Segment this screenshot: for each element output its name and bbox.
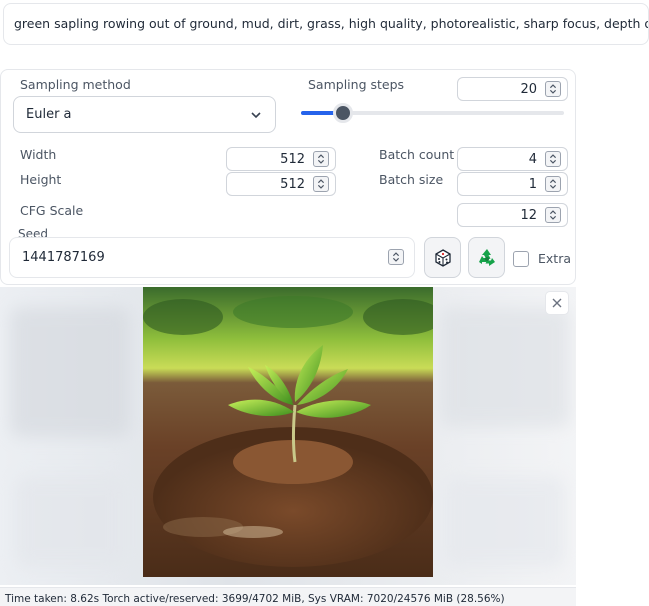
image-gallery: [0, 287, 576, 585]
random-seed-button[interactable]: [424, 237, 461, 278]
sampling-steps-label: Sampling steps: [308, 77, 405, 92]
batch-size-label: Batch size: [379, 172, 444, 187]
spinner-icon[interactable]: [313, 151, 329, 167]
dice-icon: [435, 249, 451, 267]
sampling-steps-input[interactable]: 20: [457, 77, 568, 101]
spinner-icon[interactable]: [545, 151, 561, 167]
blurred-thumbnail: [15, 477, 125, 567]
batch-count-value: 4: [528, 152, 537, 167]
spinner-icon[interactable]: [388, 249, 404, 265]
spinner-icon[interactable]: [313, 176, 329, 192]
blurred-thumbnail: [440, 307, 570, 427]
seed-input[interactable]: 1441787169: [9, 237, 415, 278]
prompt-textarea[interactable]: green sapling rowing out of ground, mud,…: [3, 3, 649, 45]
height-label: Height: [20, 172, 62, 187]
spinner-icon[interactable]: [545, 176, 561, 192]
sampling-steps-slider[interactable]: [301, 103, 564, 123]
width-input[interactable]: 512: [226, 147, 336, 171]
recycle-icon: [479, 249, 495, 266]
batch-size-input[interactable]: 1: [457, 172, 568, 196]
width-value: 512: [280, 152, 305, 167]
generation-settings-panel: Sampling method Euler a Sampling steps 2…: [0, 69, 576, 285]
sampling-method-label: Sampling method: [20, 77, 131, 92]
batch-size-value: 1: [528, 177, 537, 192]
sampling-method-value: Euler a: [26, 107, 72, 122]
generation-status: Time taken: 8.62s Torch active/reserved:…: [0, 587, 576, 606]
cfg-scale-input[interactable]: 12: [457, 203, 568, 227]
blurred-thumbnail: [10, 307, 130, 437]
height-value: 512: [280, 177, 305, 192]
sampling-steps-value: 20: [520, 82, 537, 97]
extra-label: Extra: [538, 251, 571, 266]
generated-image[interactable]: [143, 287, 433, 577]
batch-count-label: Batch count: [379, 147, 455, 162]
blurred-thumbnail: [445, 477, 565, 567]
reuse-seed-button[interactable]: [468, 237, 505, 278]
sampling-method-dropdown[interactable]: Euler a: [13, 96, 276, 133]
close-icon: [552, 298, 562, 308]
spinner-icon[interactable]: [545, 207, 561, 223]
width-label: Width: [20, 147, 57, 162]
cfg-scale-label: CFG Scale: [20, 203, 84, 218]
cfg-scale-value: 12: [520, 208, 537, 223]
spinner-icon[interactable]: [545, 81, 561, 97]
slider-handle[interactable]: [333, 103, 354, 123]
batch-count-input[interactable]: 4: [457, 147, 568, 171]
height-input[interactable]: 512: [226, 172, 336, 196]
close-image-button[interactable]: [546, 292, 568, 314]
extra-checkbox[interactable]: [513, 251, 529, 267]
chevron-down-icon: [251, 112, 261, 119]
seed-value: 1441787169: [22, 250, 105, 265]
